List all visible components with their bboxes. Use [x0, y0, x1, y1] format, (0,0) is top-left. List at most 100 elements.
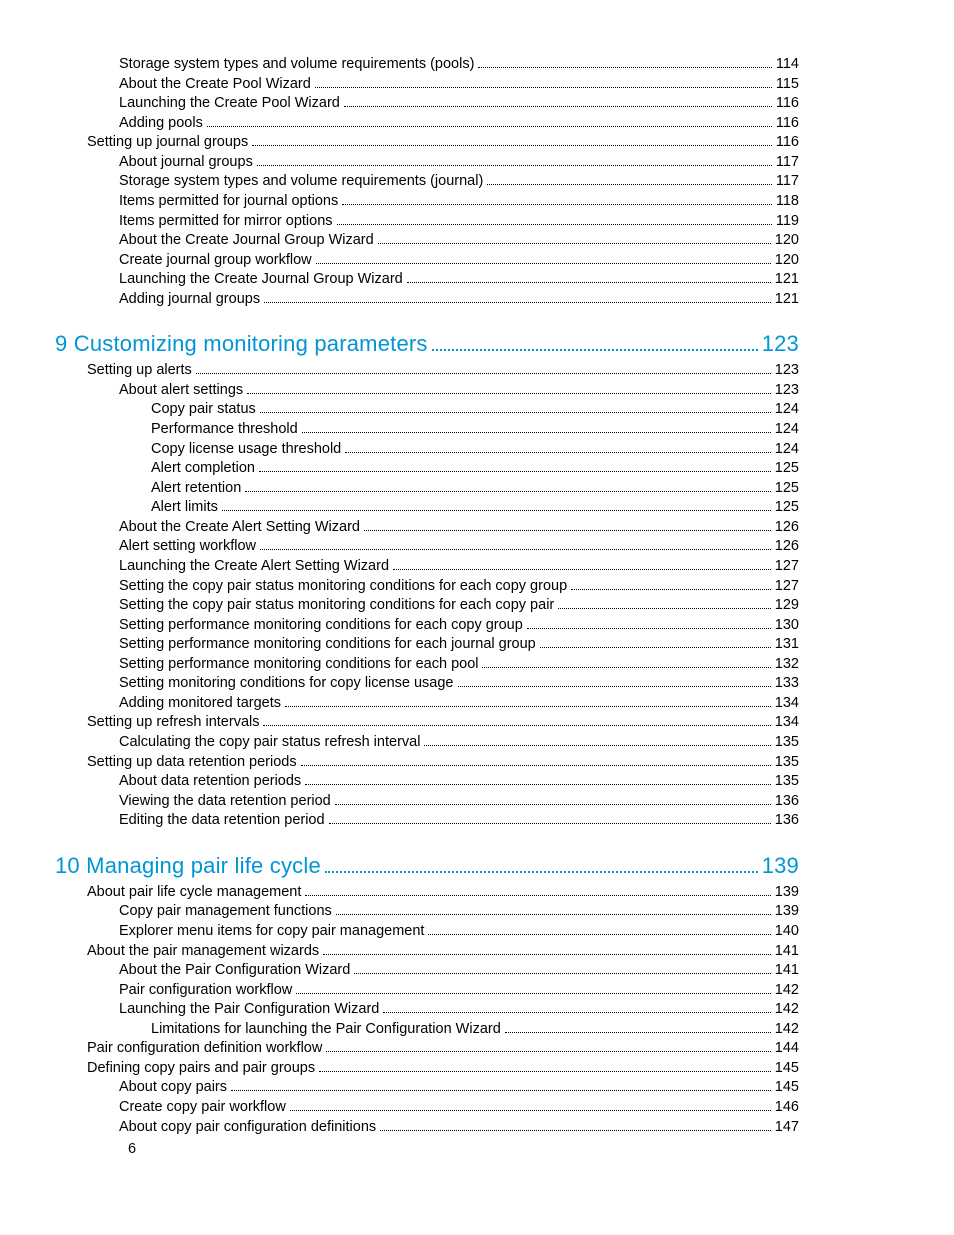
toc-entry-row[interactable]: Pair configuration definition workflow 1… — [55, 1039, 799, 1059]
toc-entry-title: Setting performance monitoring condition… — [119, 655, 478, 675]
toc-leader — [558, 608, 771, 609]
toc-entry-row[interactable]: Setting performance monitoring condition… — [55, 635, 799, 655]
toc-entry-row[interactable]: Adding monitored targets 134 — [55, 694, 799, 714]
toc-entry-row[interactable]: Launching the Create Alert Setting Wizar… — [55, 557, 799, 577]
toc-entry-page: 134 — [775, 694, 799, 714]
toc-chapter-row[interactable]: 9 Customizing monitoring parameters123 — [55, 331, 799, 357]
toc-entry-row[interactable]: About the Pair Configuration Wizard 141 — [55, 961, 799, 981]
toc-leader — [432, 349, 758, 351]
toc-entry-page: 142 — [775, 1000, 799, 1020]
toc-leader — [290, 1110, 771, 1111]
toc-leader — [207, 126, 772, 127]
toc-entry-title: Launching the Create Alert Setting Wizar… — [119, 557, 389, 577]
toc-entry-page: 129 — [775, 596, 799, 616]
toc-entry-row[interactable]: Alert limits 125 — [55, 498, 799, 518]
toc-entry-page: 116 — [776, 94, 799, 114]
toc-entry-row[interactable]: Setting the copy pair status monitoring … — [55, 577, 799, 597]
toc-entry-page: 144 — [775, 1039, 799, 1059]
toc-entry-row[interactable]: Adding journal groups 121 — [55, 290, 799, 310]
toc-entry-row[interactable]: Setting up refresh intervals 134 — [55, 713, 799, 733]
toc-entry-row[interactable]: Items permitted for mirror options 119 — [55, 212, 799, 232]
toc-leader — [259, 471, 771, 472]
toc-entry-row[interactable]: Adding pools 116 — [55, 114, 799, 134]
toc-chapter-page: 123 — [762, 331, 799, 357]
toc-entry-row[interactable]: About alert settings 123 — [55, 381, 799, 401]
toc-leader — [378, 243, 771, 244]
toc-leader — [323, 954, 771, 955]
toc-entry-title: Setting up journal groups — [87, 133, 248, 153]
toc-leader — [301, 765, 771, 766]
toc-entry-page: 134 — [775, 713, 799, 733]
toc-entry-row[interactable]: Editing the data retention period 136 — [55, 811, 799, 831]
toc-leader — [344, 106, 772, 107]
toc-entry-title: Viewing the data retention period — [119, 792, 331, 812]
toc-entry-row[interactable]: Setting monitoring conditions for copy l… — [55, 674, 799, 694]
toc-entry-row[interactable]: About the Create Pool Wizard 115 — [55, 75, 799, 95]
toc-chapter-row[interactable]: 10 Managing pair life cycle139 — [55, 853, 799, 879]
toc-leader — [482, 667, 770, 668]
toc-entry-row[interactable]: Launching the Create Pool Wizard 116 — [55, 94, 799, 114]
toc-entry-row[interactable]: Copy license usage threshold 124 — [55, 440, 799, 460]
toc-entry-row[interactable]: Viewing the data retention period 136 — [55, 792, 799, 812]
toc-entry-row[interactable]: Setting up data retention periods 135 — [55, 753, 799, 773]
toc-entry-row[interactable]: Alert setting workflow 126 — [55, 537, 799, 557]
toc-entry-title: Alert retention — [151, 479, 241, 499]
toc-entry-page: 120 — [775, 231, 799, 251]
toc-entry-row[interactable]: Launching the Create Journal Group Wizar… — [55, 270, 799, 290]
toc-entry-row[interactable]: About copy pairs 145 — [55, 1078, 799, 1098]
toc-entry-title: Setting the copy pair status monitoring … — [119, 577, 567, 597]
toc-entry-row[interactable]: Launching the Pair Configuration Wizard … — [55, 1000, 799, 1020]
toc-entry-row[interactable]: Setting performance monitoring condition… — [55, 616, 799, 636]
toc-entry-row[interactable]: Alert completion 125 — [55, 459, 799, 479]
toc-entry-title: Launching the Create Journal Group Wizar… — [119, 270, 403, 290]
toc-entry-title: Items permitted for mirror options — [119, 212, 333, 232]
toc-entry-row[interactable]: Create journal group workflow 120 — [55, 251, 799, 271]
toc-entry-row[interactable]: Alert retention 125 — [55, 479, 799, 499]
toc-entry-row[interactable]: Copy pair management functions 139 — [55, 902, 799, 922]
toc-entry-title: Setting performance monitoring condition… — [119, 635, 536, 655]
toc-entry-row[interactable]: About the Create Alert Setting Wizard 12… — [55, 518, 799, 538]
toc-entry-page: 118 — [776, 192, 799, 212]
toc-entry-row[interactable]: About the pair management wizards 141 — [55, 942, 799, 962]
toc-entry-title: Pair configuration workflow — [119, 981, 292, 1001]
toc-leader — [319, 1071, 771, 1072]
toc-entry-row[interactable]: Explorer menu items for copy pair manage… — [55, 922, 799, 942]
toc-entry-row[interactable]: Performance threshold 124 — [55, 420, 799, 440]
toc-entry-page: 117 — [776, 172, 799, 192]
toc-entry-row[interactable]: Storage system types and volume requirem… — [55, 55, 799, 75]
toc-entry-title: About copy pair configuration definition… — [119, 1118, 376, 1138]
toc-entry-row[interactable]: Defining copy pairs and pair groups 145 — [55, 1059, 799, 1079]
toc-entry-row[interactable]: Setting up journal groups 116 — [55, 133, 799, 153]
toc-leader — [345, 452, 771, 453]
toc-entry-title: Explorer menu items for copy pair manage… — [119, 922, 424, 942]
toc-section: Storage system types and volume requirem… — [55, 55, 799, 309]
toc-entry-page: 125 — [775, 498, 799, 518]
toc-entry-title: Pair configuration definition workflow — [87, 1039, 322, 1059]
toc-entry-row[interactable]: Storage system types and volume requirem… — [55, 172, 799, 192]
toc-entry-title: Create copy pair workflow — [119, 1098, 286, 1118]
toc-entry-page: 121 — [775, 290, 799, 310]
toc-leader — [407, 282, 771, 283]
toc-entry-title: Launching the Create Pool Wizard — [119, 94, 340, 114]
toc-entry-page: 127 — [775, 577, 799, 597]
toc-entry-title: Storage system types and volume requirem… — [119, 55, 474, 75]
toc-chapter-title: 10 Managing pair life cycle — [55, 853, 321, 879]
toc-entry-row[interactable]: Pair configuration workflow 142 — [55, 981, 799, 1001]
toc-entry-page: 114 — [776, 55, 799, 75]
toc-entry-page: 139 — [775, 883, 799, 903]
toc-entry-row[interactable]: Create copy pair workflow 146 — [55, 1098, 799, 1118]
toc-entry-row[interactable]: Setting up alerts 123 — [55, 361, 799, 381]
toc-entry-row[interactable]: About journal groups 117 — [55, 153, 799, 173]
toc-entry-row[interactable]: Limitations for launching the Pair Confi… — [55, 1020, 799, 1040]
toc-entry-row[interactable]: Items permitted for journal options 118 — [55, 192, 799, 212]
toc-entry-title: About the Create Pool Wizard — [119, 75, 311, 95]
toc-entry-row[interactable]: About pair life cycle management 139 — [55, 883, 799, 903]
toc-entry-row[interactable]: About copy pair configuration definition… — [55, 1118, 799, 1138]
toc-entry-title: Alert completion — [151, 459, 255, 479]
toc-entry-row[interactable]: Calculating the copy pair status refresh… — [55, 733, 799, 753]
toc-entry-row[interactable]: About data retention periods 135 — [55, 772, 799, 792]
toc-entry-row[interactable]: About the Create Journal Group Wizard 12… — [55, 231, 799, 251]
toc-entry-row[interactable]: Copy pair status 124 — [55, 400, 799, 420]
toc-entry-row[interactable]: Setting the copy pair status monitoring … — [55, 596, 799, 616]
toc-entry-row[interactable]: Setting performance monitoring condition… — [55, 655, 799, 675]
